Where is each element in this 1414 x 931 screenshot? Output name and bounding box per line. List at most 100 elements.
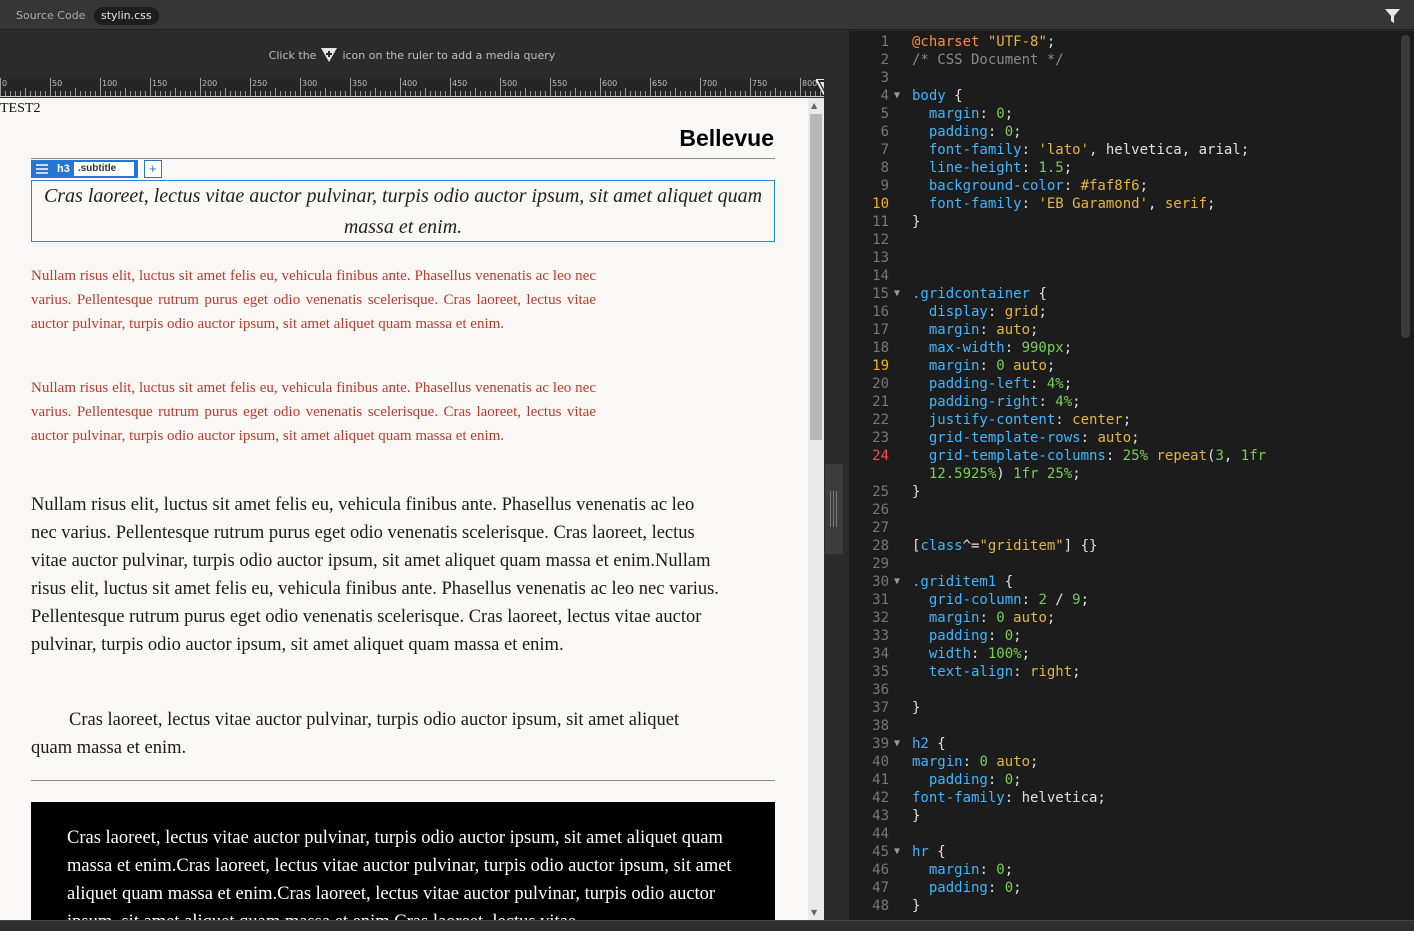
code-line[interactable]: 36	[849, 681, 1414, 699]
code-line[interactable]: 16 display: grid;	[849, 303, 1414, 321]
ruler-tick	[305, 91, 306, 96]
code-line[interactable]: 40 margin: 0 auto;	[849, 753, 1414, 771]
filter-icon[interactable]	[1385, 9, 1400, 23]
code-line[interactable]: 3	[849, 69, 1414, 87]
code-line[interactable]: 12	[849, 231, 1414, 249]
code-line[interactable]: 18 max-width: 990px;	[849, 339, 1414, 357]
code-line[interactable]: 28 [class^="griditem"] {}	[849, 537, 1414, 555]
code-line[interactable]: 46 margin: 0;	[849, 861, 1414, 879]
ruler-tick	[250, 78, 251, 96]
red-paragraph-2[interactable]: Nullam risus elit, luctus sit amet felis…	[31, 376, 596, 448]
page-heading[interactable]: Bellevue	[679, 125, 774, 152]
code-line[interactable]: 27	[849, 519, 1414, 537]
code-line[interactable]: 29	[849, 555, 1414, 573]
ruler-tick	[230, 91, 231, 96]
code-line[interactable]: 6 padding: 0;	[849, 123, 1414, 141]
code-scrollbar[interactable]	[1398, 31, 1414, 920]
code-editor[interactable]: 1 @charset "UTF-8"; 2/* CSS Document */3 4 ▼…	[849, 31, 1414, 920]
code-scrollbar-thumb[interactable]	[1401, 35, 1410, 338]
hud-add-class-button[interactable]: +	[143, 160, 162, 178]
code-line[interactable]: 1 @charset "UTF-8";	[849, 33, 1414, 51]
ruler-label: 250	[252, 79, 268, 88]
ruler-tick	[530, 91, 531, 96]
ruler-label: 300	[302, 79, 318, 88]
fold-arrow-icon[interactable]: ▼	[894, 573, 900, 591]
tab-source-code[interactable]: Source Code	[16, 9, 85, 22]
code-line[interactable]: 38	[849, 717, 1414, 735]
code-line[interactable]: 12.5925%) 1fr 25%;	[849, 465, 1414, 483]
scroll-up-arrow-icon[interactable]: ▲	[811, 101, 817, 110]
code-line[interactable]: 19 margin: 0 auto;	[849, 357, 1414, 375]
code-line[interactable]: 21 padding-right: 4%;	[849, 393, 1414, 411]
line-number: 24	[872, 448, 889, 464]
code-line[interactable]: 25}	[849, 483, 1414, 501]
fold-arrow-icon[interactable]: ▼	[894, 87, 900, 105]
ruler-tick	[240, 91, 241, 96]
code-line[interactable]: 22 justify-content: center;	[849, 411, 1414, 429]
code-line[interactable]: 5 margin: 0;	[849, 105, 1414, 123]
code-line[interactable]: 30 ▼ .griditem1 {	[849, 573, 1414, 591]
indented-paragraph[interactable]: Cras laoreet, lectus vitae auctor pulvin…	[31, 706, 721, 762]
black-content-box[interactable]: Cras laoreet, lectus vitae auctor pulvin…	[31, 802, 775, 920]
code-line[interactable]: 20 padding-left: 4%;	[849, 375, 1414, 393]
line-number: 19	[872, 358, 889, 374]
code-line[interactable]: 17 margin: auto;	[849, 321, 1414, 339]
code-line[interactable]: 11}	[849, 213, 1414, 231]
code-line[interactable]: 15 ▼ .gridcontainer {	[849, 285, 1414, 303]
scroll-down-arrow-icon[interactable]: ▼	[811, 908, 817, 917]
content-divider	[31, 780, 775, 781]
ruler-tick	[520, 91, 521, 96]
ruler-tick	[10, 91, 11, 96]
ruler-tick	[470, 91, 471, 96]
code-line[interactable]: 35 text-align: right;	[849, 663, 1414, 681]
code-line[interactable]: 48}	[849, 897, 1414, 915]
code-line[interactable]: 9 background-color: #faf8f6;	[849, 177, 1414, 195]
code-line[interactable]: 43}	[849, 807, 1414, 825]
split-view-divider[interactable]	[824, 31, 848, 931]
code-line[interactable]: 10 font-family: 'EB Garamond', serif;	[849, 195, 1414, 213]
design-view-scrollbar[interactable]: ▲ ▼	[808, 98, 824, 920]
hud-menu-button[interactable]	[31, 160, 53, 178]
code-line[interactable]: 34 width: 100%;	[849, 645, 1414, 663]
fold-arrow-icon[interactable]: ▼	[894, 735, 900, 753]
code-line[interactable]: 37}	[849, 699, 1414, 717]
code-line[interactable]: 24 grid-template-columns: 25% repeat(3, …	[849, 447, 1414, 465]
code-line[interactable]: 33 padding: 0;	[849, 627, 1414, 645]
code-line[interactable]: 45 ▼ hr {	[849, 843, 1414, 861]
hud-class-field[interactable]: .subtitle	[73, 162, 134, 176]
code-line[interactable]: 8 line-height: 1.5;	[849, 159, 1414, 177]
code-line[interactable]: 23 grid-template-rows: auto;	[849, 429, 1414, 447]
line-number: 26	[872, 502, 889, 518]
code-line[interactable]: 14	[849, 267, 1414, 285]
ruler-tick	[400, 78, 401, 96]
code-line[interactable]: 31 grid-column: 2 / 9;	[849, 591, 1414, 609]
code-line[interactable]: 47 padding: 0;	[849, 879, 1414, 897]
ruler-tick	[45, 91, 46, 96]
code-line[interactable]: 41 padding: 0;	[849, 771, 1414, 789]
code-line[interactable]: 26	[849, 501, 1414, 519]
body-paragraph[interactable]: Nullam risus elit, luctus sit amet felis…	[31, 491, 721, 659]
fold-arrow-icon[interactable]: ▼	[894, 843, 900, 861]
tab-stylin-css[interactable]: stylin.css	[94, 7, 159, 25]
code-line[interactable]: 13	[849, 249, 1414, 267]
divider-grip[interactable]	[825, 464, 843, 554]
line-number: 33	[872, 628, 889, 644]
status-bar	[0, 920, 1414, 931]
code-line[interactable]: 2 /* CSS Document */	[849, 51, 1414, 69]
code-line[interactable]: 32 margin: 0 auto;	[849, 609, 1414, 627]
ruler-tick	[125, 88, 126, 96]
subtitle-h3[interactable]: Cras laoreet, lectus vitae auctor pulvin…	[31, 180, 775, 242]
fold-arrow-icon[interactable]: ▼	[894, 285, 900, 303]
red-paragraph-1[interactable]: Nullam risus elit, luctus sit amet felis…	[31, 264, 596, 336]
media-query-ruler[interactable]: 0 50 100 150 200 250 300 350 400 450 500 550 600 650 7…	[0, 78, 842, 97]
line-number: 10	[872, 196, 889, 212]
scrollbar-thumb[interactable]	[810, 114, 822, 440]
ruler-tick	[665, 91, 666, 96]
code-line[interactable]: 4 ▼ body {	[849, 87, 1414, 105]
code-line[interactable]: 44	[849, 825, 1414, 843]
code-line[interactable]: 42 font-family: helvetica;	[849, 789, 1414, 807]
code-line[interactable]: 7 font-family: 'lato', helvetica, arial;	[849, 141, 1414, 159]
ruler-tick	[645, 91, 646, 96]
code-line[interactable]: 39 ▼ h2 {	[849, 735, 1414, 753]
ruler-tick	[625, 88, 626, 96]
